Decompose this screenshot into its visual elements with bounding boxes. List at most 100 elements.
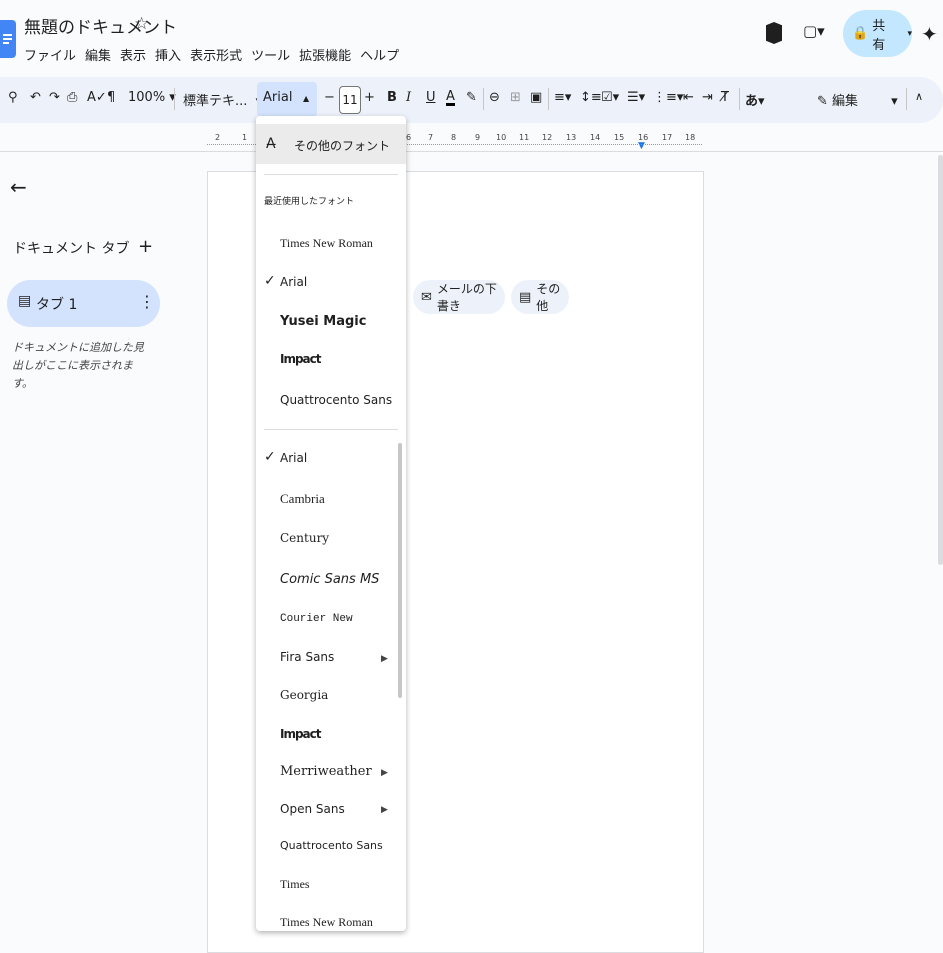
back-arrow-icon[interactable]: ← xyxy=(10,175,27,199)
font-size-input[interactable]: 11 xyxy=(339,86,361,114)
decrease-size-icon[interactable]: − xyxy=(324,90,335,105)
font-option[interactable]: Quattrocento Sans xyxy=(280,393,392,407)
menu-file[interactable]: ファイル xyxy=(24,45,76,64)
zoom-select[interactable]: 100% ▾ xyxy=(128,90,176,105)
font-option[interactable]: Times New Roman xyxy=(280,915,373,930)
numbered-list-icon[interactable]: ⋮≡▾ xyxy=(653,90,683,105)
paint-format-icon[interactable]: ¶ xyxy=(107,90,115,105)
toolbar-divider xyxy=(739,88,740,110)
share-button[interactable]: 🔒 共有 ▾ xyxy=(843,10,912,57)
image-icon[interactable]: ▣ xyxy=(530,90,542,105)
increase-indent-icon[interactable]: ⇥ xyxy=(702,90,713,105)
font-option[interactable]: Cambria xyxy=(280,491,325,507)
right-indent-marker-icon[interactable]: ▼ xyxy=(638,141,645,151)
gemini-sparkle-icon[interactable]: ✦ xyxy=(921,22,938,46)
font-option[interactable]: Quattrocento Sans xyxy=(280,839,383,852)
ruler-tick: 14 xyxy=(590,133,601,142)
document-title[interactable]: 無題のドキュメント xyxy=(24,13,177,38)
more-chip[interactable]: ▤ その他 xyxy=(511,280,569,314)
page-scrollbar[interactable] xyxy=(938,155,943,565)
ruler-tick: 2 xyxy=(215,133,221,142)
input-tools-icon[interactable]: あ▾ xyxy=(745,90,765,109)
zoom-value: 100% xyxy=(128,90,166,105)
menu-scrollbar[interactable] xyxy=(398,443,402,698)
italic-icon[interactable]: I xyxy=(406,90,411,105)
menu-edit[interactable]: 編集 xyxy=(85,45,111,64)
comment-icon[interactable]: ⊞ xyxy=(510,90,521,105)
submenu-arrow-icon: ▶ xyxy=(381,654,388,664)
font-option[interactable]: Courier New xyxy=(280,613,353,625)
font-icon: A̶ xyxy=(266,136,276,152)
font-menu: A̶ その他のフォント 最近使用したフォント Times New Roman ✓… xyxy=(256,116,406,931)
ruler-tick: 10 xyxy=(496,133,507,142)
toolbar-divider xyxy=(174,88,175,110)
ruler-tick: 18 xyxy=(685,133,696,142)
docs-logo[interactable] xyxy=(0,20,16,58)
menu-view[interactable]: 表示 xyxy=(120,45,146,64)
ruler-tick: 1 xyxy=(242,133,248,142)
font-option[interactable]: Merriweather xyxy=(280,764,372,779)
align-icon[interactable]: ≡▾ xyxy=(554,90,571,105)
font-option[interactable]: Yusei Magic xyxy=(280,314,366,329)
checklist-icon[interactable]: ☑▾ xyxy=(601,90,619,105)
collapse-toolbar-icon[interactable]: ∧ xyxy=(915,90,923,103)
style-value: 標準テキ... xyxy=(183,94,248,109)
menu-format[interactable]: 表示形式 xyxy=(190,45,242,64)
spellcheck-icon[interactable]: A✓ xyxy=(87,90,107,105)
highlight-icon[interactable]: ✎ xyxy=(466,90,477,105)
tab-label: タブ 1 xyxy=(36,297,78,313)
lock-icon: 🔒 xyxy=(852,26,869,41)
font-caret-up-icon: ▲ xyxy=(303,94,310,103)
email-draft-icon: ✉ xyxy=(421,289,432,305)
line-spacing-icon[interactable]: ↕≡ xyxy=(580,90,602,105)
font-option[interactable]: Fira Sans xyxy=(280,650,334,664)
font-option[interactable]: Open Sans xyxy=(280,802,345,816)
font-option[interactable]: Impact xyxy=(280,727,322,741)
font-option[interactable]: Century xyxy=(280,531,329,545)
document-icon: ▤ xyxy=(18,293,32,309)
text-color-icon[interactable]: A xyxy=(446,90,455,106)
font-option[interactable]: Times xyxy=(280,877,310,892)
menu-insert[interactable]: 挿入 xyxy=(155,45,181,64)
font-option[interactable]: Arial xyxy=(280,275,307,289)
more-fonts-label: その他のフォント xyxy=(294,139,391,153)
star-icon[interactable]: ☆ xyxy=(134,14,149,34)
menu-extensions[interactable]: 拡張機能 xyxy=(299,45,351,64)
add-tab-icon[interactable]: + xyxy=(138,236,153,257)
more-vert-icon[interactable]: ⋮ xyxy=(139,292,155,311)
menu-bar: ファイル 編集 表示 挿入 表示形式 ツール 拡張機能 ヘルプ xyxy=(24,45,408,64)
font-option[interactable]: Comic Sans MS xyxy=(280,572,379,587)
edit-mode-value: 編集 xyxy=(832,94,859,109)
share-dropdown-icon[interactable]: ▾ xyxy=(907,29,912,39)
meet-icon[interactable]: ▢▾ xyxy=(803,22,825,40)
style-select[interactable]: 標準テキ... ▾ xyxy=(183,90,262,109)
menu-tools[interactable]: ツール xyxy=(251,45,290,64)
edit-mode-select[interactable]: ✎ 編集 ▾ xyxy=(817,90,898,109)
link-icon[interactable]: ⊖ xyxy=(489,90,500,105)
bullet-list-icon[interactable]: ☰▾ xyxy=(627,90,645,105)
font-option[interactable]: Impact xyxy=(280,352,322,366)
underline-icon[interactable]: U xyxy=(426,90,436,105)
ruler-tick: 11 xyxy=(519,133,530,142)
email-draft-chip[interactable]: ✉ メールの下書き xyxy=(413,280,505,314)
font-option[interactable]: Times New Roman xyxy=(280,236,373,251)
search-menus-icon[interactable]: ⚲ xyxy=(8,90,18,105)
redo-icon[interactable]: ↷ xyxy=(49,90,60,105)
toolbar-divider xyxy=(483,88,484,110)
increase-size-icon[interactable]: + xyxy=(364,90,375,105)
clear-formatting-icon[interactable]: T̸ xyxy=(721,90,729,105)
submenu-arrow-icon: ▶ xyxy=(381,805,388,815)
recent-fonts-title: 最近使用したフォント xyxy=(264,197,355,207)
menu-divider xyxy=(264,174,398,175)
font-option[interactable]: Georgia xyxy=(280,688,328,702)
gemini-app-icon[interactable] xyxy=(766,22,782,44)
font-option[interactable]: Arial xyxy=(280,451,307,465)
email-draft-label: メールの下書き xyxy=(436,282,497,313)
menu-help[interactable]: ヘルプ xyxy=(360,45,399,64)
decrease-indent-icon[interactable]: ⇤ xyxy=(683,90,694,105)
bold-icon[interactable]: B xyxy=(387,90,397,105)
undo-icon[interactable]: ↶ xyxy=(30,90,41,105)
print-icon[interactable]: ⎙ xyxy=(67,90,77,105)
ruler-tick: 7 xyxy=(428,133,434,142)
more-doc-icon: ▤ xyxy=(519,289,532,305)
